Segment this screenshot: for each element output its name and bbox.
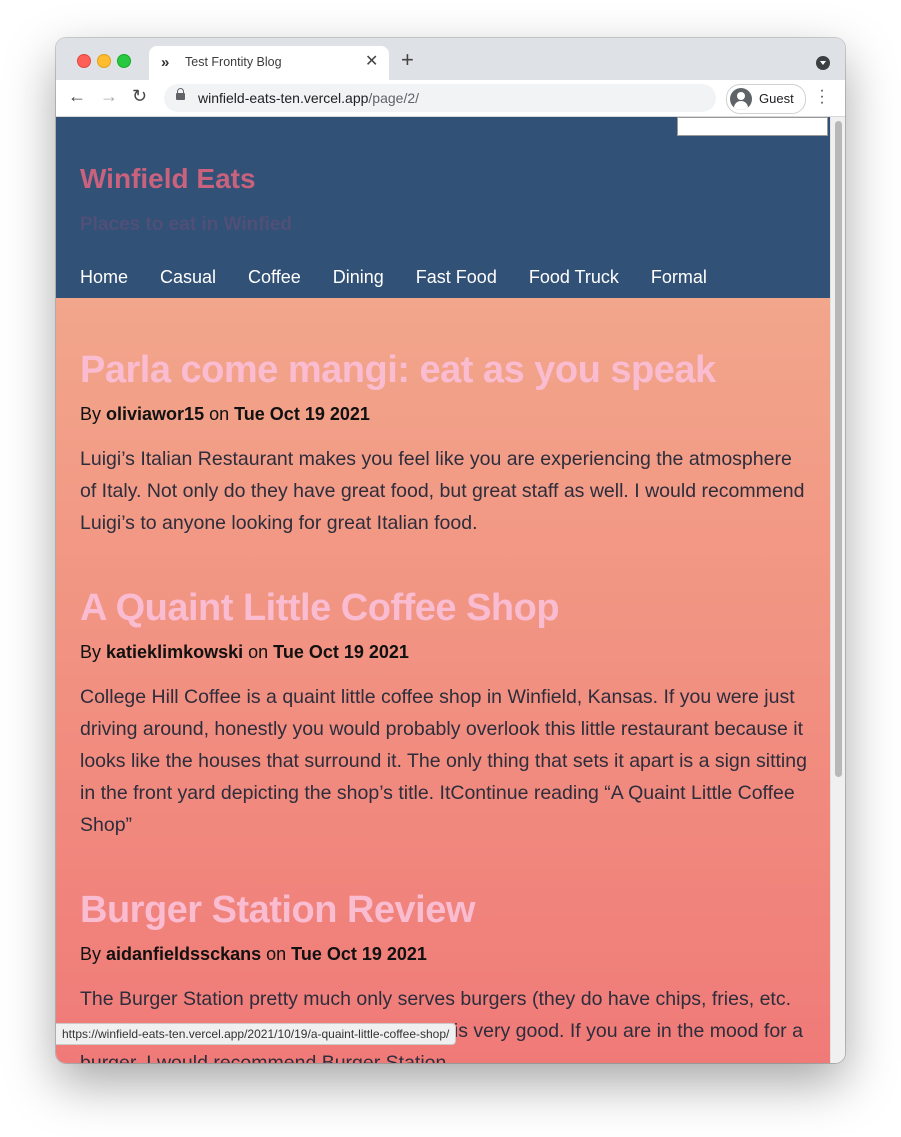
tab-active[interactable]: » Test Frontity Blog ✕: [149, 46, 389, 80]
post-date: Tue Oct 19 2021: [273, 642, 409, 662]
post-byline: By katieklimkowski on Tue Oct 19 2021: [80, 642, 810, 663]
back-arrow-icon[interactable]: ←: [68, 86, 86, 106]
post-title[interactable]: Burger Station Review: [80, 889, 810, 932]
close-tab-icon[interactable]: ✕: [365, 51, 378, 71]
new-tab-button[interactable]: +: [401, 49, 414, 71]
byline-by: By: [80, 642, 102, 662]
menu-item-fast-food[interactable]: Fast Food: [416, 267, 497, 288]
url-path: /page/2/: [368, 90, 420, 106]
post-excerpt: College Hill Coffee is a quaint little c…: [80, 686, 807, 836]
post-excerpt: Luigi’s Italian Restaurant makes you fee…: [80, 448, 805, 534]
address-bar[interactable]: winfield-eats-ten.vercel.app/page/2/: [164, 84, 716, 112]
profile-button[interactable]: Guest: [726, 84, 806, 114]
post-byline: By oliviawor15 on Tue Oct 19 2021: [80, 404, 810, 425]
favicon-icon: »: [161, 54, 170, 71]
menu-item-coffee[interactable]: Coffee: [248, 267, 301, 288]
minimize-window-button[interactable]: [97, 54, 111, 68]
tab-strip: » Test Frontity Blog ✕ +: [56, 38, 845, 80]
post-date: Tue Oct 19 2021: [234, 404, 370, 424]
forward-arrow-icon[interactable]: →: [100, 86, 118, 106]
byline-on: on: [209, 404, 230, 424]
byline-by: By: [80, 404, 102, 424]
url-text: winfield-eats-ten.vercel.app/page/2/: [198, 90, 419, 106]
browser-toolbar: ← → ↻ winfield-eats-ten.vercel.app/page/…: [56, 80, 845, 117]
post-item: A Quaint Little Coffee Shop By katieklim…: [80, 587, 810, 841]
byline-by: By: [80, 944, 102, 964]
main-menu: Home Casual Coffee Dining Fast Food Food…: [80, 267, 707, 288]
post-author[interactable]: oliviawor15: [106, 404, 204, 424]
url-host: winfield-eats-ten.vercel.app: [198, 90, 369, 106]
byline-on: on: [248, 642, 269, 662]
page-viewport: Winfield Eats Places to eat in Winfied H…: [56, 117, 845, 1063]
site-title[interactable]: Winfield Eats: [80, 163, 256, 195]
avatar-icon: [730, 88, 752, 110]
site-header: Winfield Eats Places to eat in Winfied H…: [56, 117, 830, 298]
menu-kebab-icon[interactable]: · · ·: [819, 83, 825, 111]
post-item: Parla come mangi: eat as you speak By ol…: [80, 349, 810, 539]
post-byline: By aidanfieldssckans on Tue Oct 19 2021: [80, 944, 810, 965]
tab-title: Test Frontity Blog: [185, 55, 282, 69]
post-list: Parla come mangi: eat as you speak By ol…: [56, 298, 830, 1063]
menu-item-casual[interactable]: Casual: [160, 267, 216, 288]
post-author[interactable]: katieklimkowski: [106, 642, 243, 662]
browser-window: » Test Frontity Blog ✕ + ← → ↻ winfield-…: [56, 38, 845, 1063]
menu-item-home[interactable]: Home: [80, 267, 128, 288]
menu-item-food-truck[interactable]: Food Truck: [529, 267, 619, 288]
post-author[interactable]: aidanfieldssckans: [106, 944, 261, 964]
menu-item-dining[interactable]: Dining: [333, 267, 384, 288]
post-title[interactable]: A Quaint Little Coffee Shop: [80, 587, 810, 630]
scrollbar-thumb[interactable]: [835, 121, 842, 777]
vertical-scrollbar[interactable]: [830, 117, 845, 1063]
menu-item-formal[interactable]: Formal: [651, 267, 707, 288]
lock-icon: [176, 88, 185, 100]
link-status-bubble: https://winfield-eats-ten.vercel.app/202…: [56, 1023, 457, 1045]
tab-search-icon[interactable]: [816, 56, 830, 70]
site-description: Places to eat in Winfied: [80, 214, 293, 235]
byline-on: on: [266, 944, 287, 964]
post-title[interactable]: Parla come mangi: eat as you speak: [80, 349, 810, 392]
close-window-button[interactable]: [77, 54, 91, 68]
maximize-window-button[interactable]: [117, 54, 131, 68]
search-input[interactable]: [677, 117, 828, 136]
profile-label: Guest: [759, 91, 794, 106]
post-date: Tue Oct 19 2021: [291, 944, 427, 964]
reload-icon[interactable]: ↻: [132, 86, 147, 106]
